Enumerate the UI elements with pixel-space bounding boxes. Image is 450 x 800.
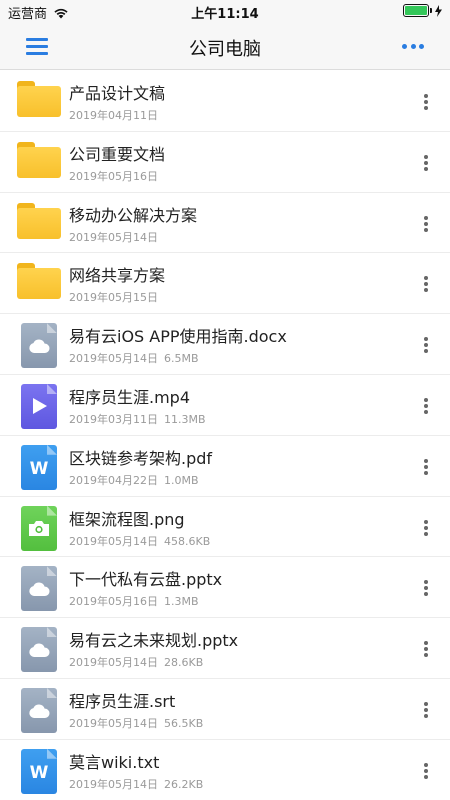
file-size: 56.5KB	[164, 716, 204, 730]
row-more-icon[interactable]	[416, 213, 436, 235]
file-meta: 2019年05月14日 6.5MB	[69, 350, 199, 366]
file-date: 2019年05月14日	[69, 656, 158, 670]
file-name: 网络共享方案	[69, 266, 166, 286]
file-meta: 2019年05月14日 26.2KB	[69, 776, 203, 792]
file-name: 移动办公解决方案	[69, 205, 198, 225]
battery-fill	[405, 6, 427, 15]
file-name: 易有云iOS APP使用指南.docx	[69, 327, 287, 347]
file-name: 公司重要文档	[69, 144, 166, 164]
file-name: 程序员生涯.mp4	[69, 387, 191, 407]
row-more-icon[interactable]	[416, 760, 436, 782]
file-meta: 2019年05月14日 56.5KB	[69, 715, 203, 731]
list-item[interactable]: 框架流程图.png 2019年05月14日 458.6KB	[0, 497, 450, 558]
file-meta: 2019年04月22日 1.0MB	[69, 472, 199, 488]
file-name: 易有云之未来规划.pptx	[69, 631, 239, 651]
list-item[interactable]: 下一代私有云盘.pptx 2019年05月16日 1.3MB	[0, 557, 450, 619]
file-name: 框架流程图.png	[69, 509, 185, 529]
file-date: 2019年05月14日	[69, 777, 158, 791]
row-more-icon[interactable]	[416, 395, 436, 417]
image-file-icon	[17, 505, 61, 551]
file-date: 2019年03月11日	[69, 412, 158, 426]
file-date: 2019年05月15日	[69, 291, 158, 305]
row-more-icon[interactable]	[416, 456, 436, 478]
file-date: 2019年05月14日	[69, 716, 158, 730]
folder-icon	[17, 262, 61, 306]
list-item[interactable]: W 区块链参考架构.pdf 2019年04月22日 1.0MB	[0, 436, 450, 497]
file-date: 2019年05月14日	[69, 352, 158, 366]
file-meta: 2019年03月11日 11.3MB	[69, 411, 206, 427]
folder-icon	[17, 202, 61, 246]
file-meta: 2019年05月14日	[69, 229, 164, 245]
page-title: 公司电脑	[189, 39, 261, 60]
file-date: 2019年05月16日	[69, 595, 158, 609]
file-meta: 2019年05月16日 1.3MB	[69, 593, 199, 609]
row-more-icon[interactable]	[416, 517, 436, 539]
status-bar: 运营商 上午11:14	[0, 0, 450, 24]
file-meta: 2019年05月14日 458.6KB	[69, 533, 210, 549]
file-meta: 2019年05月14日 28.6KB	[69, 654, 203, 670]
row-more-icon[interactable]	[416, 273, 436, 295]
word-file-icon: W	[17, 444, 61, 490]
list-item[interactable]: W 莫言wiki.txt 2019年05月14日 26.2KB	[0, 740, 450, 800]
list-item[interactable]: 易有云之未来规划.pptx 2019年05月14日 28.6KB	[0, 618, 450, 679]
status-time: 上午11:14	[191, 7, 259, 22]
charging-bolt-icon	[435, 4, 442, 17]
cloud-file-icon	[17, 566, 61, 612]
file-size: 1.3MB	[164, 595, 199, 609]
battery-icon	[403, 4, 432, 17]
file-size: 11.3MB	[164, 412, 206, 426]
file-date: 2019年04月22日	[69, 473, 158, 487]
row-more-icon[interactable]	[416, 334, 436, 356]
file-date: 2019年05月14日	[69, 230, 158, 244]
file-date: 2019年04月11日	[69, 109, 158, 122]
word-file-icon: W	[17, 748, 61, 794]
file-name: 莫言wiki.txt	[69, 752, 160, 772]
folder-icon	[17, 80, 61, 124]
file-name: 程序员生涯.srt	[69, 691, 176, 711]
folder-icon	[17, 141, 61, 185]
file-list: 产品设计文稿 2019年04月11日 公司重要文档 2019年05月16日 移动办公解决…	[0, 71, 450, 800]
file-size: 28.6KB	[164, 656, 204, 670]
file-meta: 2019年05月16日	[69, 168, 164, 184]
file-size: 458.6KB	[164, 534, 211, 548]
list-item[interactable]: 程序员生涯.mp4 2019年03月11日 11.3MB	[0, 375, 450, 436]
nav-bar: 公司电脑	[0, 24, 450, 70]
file-meta: 2019年05月15日	[69, 289, 164, 305]
row-more-icon[interactable]	[416, 91, 436, 113]
status-right	[403, 4, 442, 17]
list-item[interactable]: 公司重要文档 2019年05月16日	[0, 132, 450, 193]
list-item[interactable]: 程序员生涯.srt 2019年05月14日 56.5KB	[0, 679, 450, 740]
cloud-file-icon	[17, 687, 61, 733]
file-meta: 2019年04月11日	[69, 107, 164, 123]
file-date: 2019年05月16日	[69, 169, 158, 183]
more-options-icon[interactable]	[402, 44, 424, 50]
file-name: 区块链参考架构.pdf	[69, 448, 213, 468]
list-item[interactable]: 网络共享方案 2019年05月15日	[0, 253, 450, 315]
file-name: 产品设计文稿	[69, 84, 166, 103]
file-size: 6.5MB	[164, 352, 199, 366]
file-size: 26.2KB	[164, 777, 204, 791]
file-date: 2019年05月14日	[69, 534, 158, 548]
list-item[interactable]: 易有云iOS APP使用指南.docx 2019年05月14日 6.5MB	[0, 314, 450, 375]
file-size: 1.0MB	[164, 473, 199, 487]
row-more-icon[interactable]	[416, 152, 436, 174]
video-file-icon	[17, 383, 61, 429]
cloud-file-icon	[17, 627, 61, 673]
row-more-icon[interactable]	[416, 699, 436, 721]
row-more-icon[interactable]	[416, 638, 436, 660]
row-more-icon[interactable]	[416, 577, 436, 599]
list-item[interactable]: 产品设计文稿 2019年04月11日	[0, 71, 450, 132]
cloud-file-icon	[17, 323, 61, 369]
list-item[interactable]: 移动办公解决方案 2019年05月14日	[0, 193, 450, 254]
file-name: 下一代私有云盘.pptx	[69, 570, 223, 590]
